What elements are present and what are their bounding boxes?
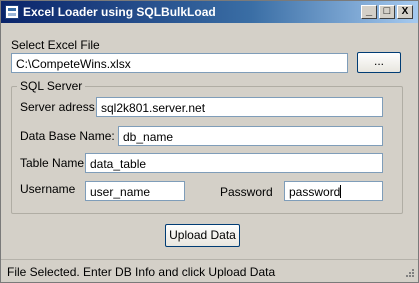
- table-name-field[interactable]: data_table: [85, 153, 383, 173]
- status-text: File Selected. Enter DB Info and click U…: [7, 265, 276, 279]
- minimize-button[interactable]: _: [361, 5, 377, 19]
- username-label: Username: [20, 182, 76, 196]
- table-name-label: Table Name: [20, 156, 85, 170]
- status-bar: File Selected. Enter DB Info and click U…: [1, 259, 418, 283]
- excel-file-label: Select Excel File: [11, 38, 100, 52]
- server-address-field[interactable]: sql2k801.server.net: [96, 97, 383, 117]
- upload-data-button[interactable]: Upload Data: [165, 224, 240, 247]
- window-title: Excel Loader using SQLBulkLoad: [23, 5, 216, 19]
- db-name-label: Data Base Name:: [20, 129, 115, 143]
- main-window: Excel Loader using SQLBulkLoad _ □ X Sel…: [0, 0, 419, 283]
- server-address-label: Server adress: [20, 100, 95, 114]
- text-cursor: [340, 185, 342, 198]
- app-icon[interactable]: [5, 5, 19, 19]
- username-field[interactable]: user_name: [85, 181, 185, 201]
- excel-path-field[interactable]: C:\CompeteWins.xlsx: [11, 53, 348, 73]
- password-label: Password: [220, 185, 273, 199]
- title-bar[interactable]: Excel Loader using SQLBulkLoad _ □ X: [1, 1, 418, 23]
- maximize-button[interactable]: □: [379, 5, 395, 19]
- password-field[interactable]: password: [284, 181, 383, 201]
- resize-grip-icon[interactable]: [403, 268, 415, 280]
- password-value: password: [289, 185, 341, 199]
- close-button[interactable]: X: [397, 5, 413, 19]
- db-name-field[interactable]: db_name: [118, 126, 383, 146]
- sql-server-group-label: SQL Server: [17, 79, 86, 93]
- browse-button[interactable]: ...: [357, 52, 401, 73]
